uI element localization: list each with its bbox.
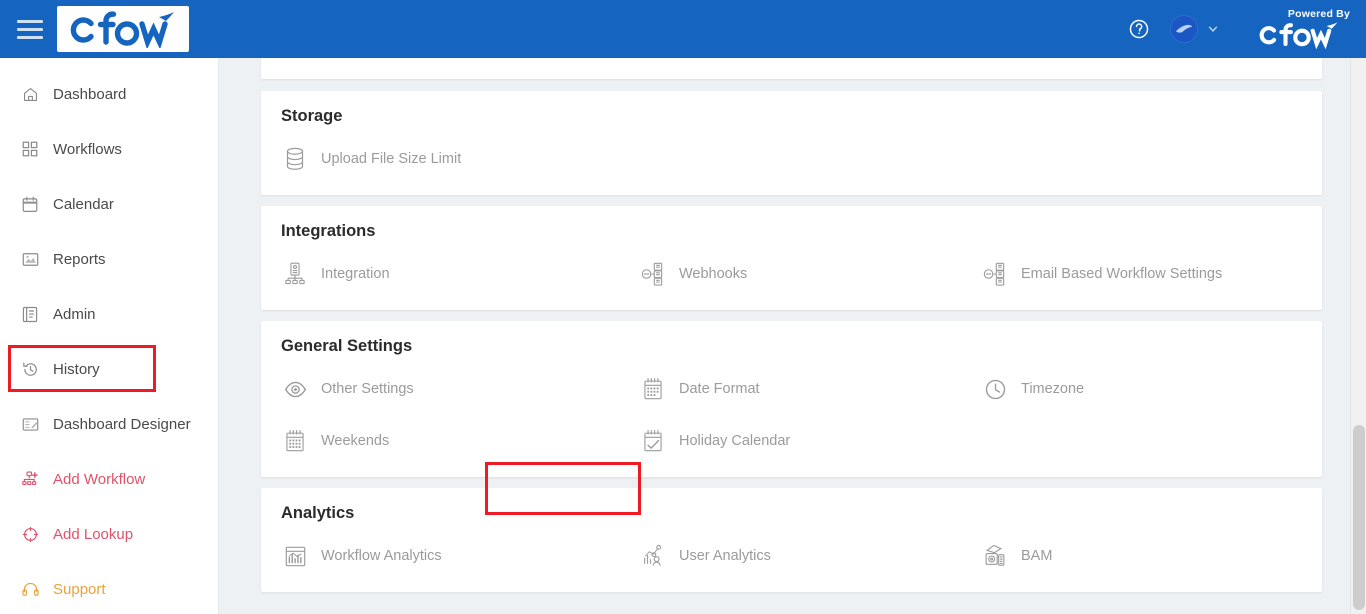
sidebar-item-label: Reports: [53, 250, 106, 268]
cflow-logo-mark: [70, 11, 174, 48]
sidebar-item-label: Calendar: [53, 195, 114, 213]
option-bam[interactable]: BAM: [980, 539, 1303, 573]
powered-by-cflow: Powered By: [1252, 9, 1352, 49]
sidebar-item-label: Support: [53, 580, 106, 598]
sidebar-item-add-workflow[interactable]: Add Workflow: [0, 459, 218, 499]
sidebar-item-dashboard-designer[interactable]: Dashboard Designer: [0, 404, 218, 444]
section-title: Storage: [281, 107, 343, 125]
option-workflow-analytics[interactable]: Workflow Analytics: [280, 539, 638, 573]
user-chart-icon: [638, 542, 668, 570]
option-timezone[interactable]: Timezone: [980, 372, 1303, 406]
sidebar-item-admin[interactable]: Admin: [0, 294, 218, 334]
hamburger-bar: [17, 27, 43, 31]
sidebar-item-add-lookup[interactable]: Add Lookup: [0, 514, 218, 554]
clock-history-icon: [22, 359, 44, 379]
chevron-down-icon[interactable]: [1202, 15, 1224, 43]
option-user-analytics[interactable]: User Analytics: [638, 539, 980, 573]
option-label: Upload File Size Limit: [321, 151, 462, 167]
hamburger-bar: [17, 19, 43, 23]
option-label: User Analytics: [679, 548, 771, 564]
sidebar-item-calendar[interactable]: Calendar: [0, 184, 218, 224]
home-icon: [22, 84, 44, 104]
add-lookup-icon: [22, 524, 44, 544]
avatar-glyph: [1175, 24, 1193, 33]
sidebar-item-label: Workflows: [53, 140, 122, 158]
top-header-bar: Powered By: [0, 0, 1366, 58]
calendar-date-icon: [638, 375, 668, 403]
option-other-settings[interactable]: Other Settings: [280, 372, 638, 406]
add-workflow-icon: [22, 469, 44, 489]
sidebar-item-label: Dashboard: [53, 85, 127, 103]
option-label: Other Settings: [321, 381, 414, 397]
vertical-scrollbar-track[interactable]: [1350, 58, 1366, 614]
settings-card-partial: [261, 58, 1322, 79]
option-weekends[interactable]: Weekends: [280, 424, 638, 458]
section-title: Analytics: [281, 504, 355, 522]
settings-card-general-settings: General Settings Other Settings Date For…: [261, 321, 1322, 515]
option-holiday-calendar[interactable]: Holiday Calendar: [638, 424, 980, 458]
headset-icon: [22, 579, 44, 599]
sidebar-item-support[interactable]: Support: [0, 569, 218, 609]
section-options-grid: Upload File Size Limit: [280, 142, 1303, 176]
eye-icon: [280, 375, 310, 403]
bar-chart-board-icon: [280, 542, 310, 570]
sidebar-item-reports[interactable]: Reports: [0, 239, 218, 279]
option-label: Weekends: [321, 433, 390, 449]
help-circle-icon[interactable]: [1124, 14, 1154, 44]
option-label: Workflow Analytics: [321, 548, 442, 564]
user-avatar[interactable]: [1170, 15, 1198, 43]
header-actions: Powered By: [1124, 9, 1366, 49]
section-options-grid: Integration Webhooks Email Based Workflo…: [280, 257, 1303, 291]
section-title: General Settings: [281, 337, 413, 355]
option-label: Integration: [321, 266, 390, 282]
sidebar-item-history[interactable]: History: [0, 349, 218, 389]
option-label: Email Based Workflow Settings: [1021, 266, 1223, 282]
report-image-icon: [22, 249, 44, 269]
calendar-icon: [22, 194, 44, 214]
sidebar-item-label: Add Workflow: [53, 470, 146, 488]
option-label: Date Format: [679, 381, 760, 397]
calendar-check-icon: [638, 427, 668, 455]
section-title: Integrations: [281, 222, 376, 240]
section-options-grid: Other Settings Date Format Timezone Week…: [280, 372, 1303, 458]
webhook-email-icon: [980, 260, 1010, 288]
vertical-scrollbar-thumb[interactable]: [1353, 425, 1365, 610]
option-date-format[interactable]: Date Format: [638, 372, 980, 406]
left-sidebar-navigation: Dashboard Workflows Calendar Reports Adm…: [0, 58, 219, 614]
database-icon: [280, 145, 310, 173]
settings-card-analytics: Analytics Workflow Analytics User Analyt…: [261, 488, 1322, 592]
sidebar-item-label: Add Lookup: [53, 525, 134, 543]
option-email-based-workflow-settings[interactable]: Email Based Workflow Settings: [980, 257, 1303, 291]
settings-card-storage: Storage Upload File Size Limit: [261, 91, 1322, 195]
cflow-logo[interactable]: [57, 6, 189, 52]
option-webhooks[interactable]: Webhooks: [638, 257, 980, 291]
sidebar-item-label: History: [53, 360, 100, 378]
book-admin-icon: [22, 304, 44, 324]
section-options-grid: Workflow Analytics User Analytics BAM: [280, 539, 1303, 573]
option-label: Timezone: [1021, 381, 1085, 397]
server-integration-icon: [280, 260, 310, 288]
option-label: BAM: [1021, 548, 1053, 564]
clock-icon: [980, 375, 1010, 403]
sidebar-item-label: Dashboard Designer: [53, 415, 191, 433]
grid-squares-icon: [22, 139, 44, 159]
designer-board-icon: [22, 414, 44, 434]
main-content-area: Storage Upload File Size Limit Integrati…: [219, 58, 1366, 614]
bam-monitor-icon: [980, 542, 1010, 570]
powered-by-cflow-logo: [1259, 22, 1338, 49]
hamburger-bar: [17, 35, 43, 39]
option-integration[interactable]: Integration: [280, 257, 638, 291]
option-label: Webhooks: [679, 266, 748, 282]
powered-by-label: Powered By: [1287, 8, 1350, 21]
option-label: Holiday Calendar: [679, 433, 791, 449]
sidebar-item-dashboard[interactable]: Dashboard: [0, 74, 218, 114]
sidebar-item-label: Admin: [53, 305, 96, 323]
calendar-weekend-icon: [280, 427, 310, 455]
settings-card-integrations: Integrations Integration Webhooks Email …: [261, 206, 1322, 310]
option-upload-file-size-limit[interactable]: Upload File Size Limit: [280, 142, 638, 176]
webhook-icon: [638, 260, 668, 288]
hamburger-menu-icon[interactable]: [17, 18, 47, 40]
sidebar-item-workflows[interactable]: Workflows: [0, 129, 218, 169]
